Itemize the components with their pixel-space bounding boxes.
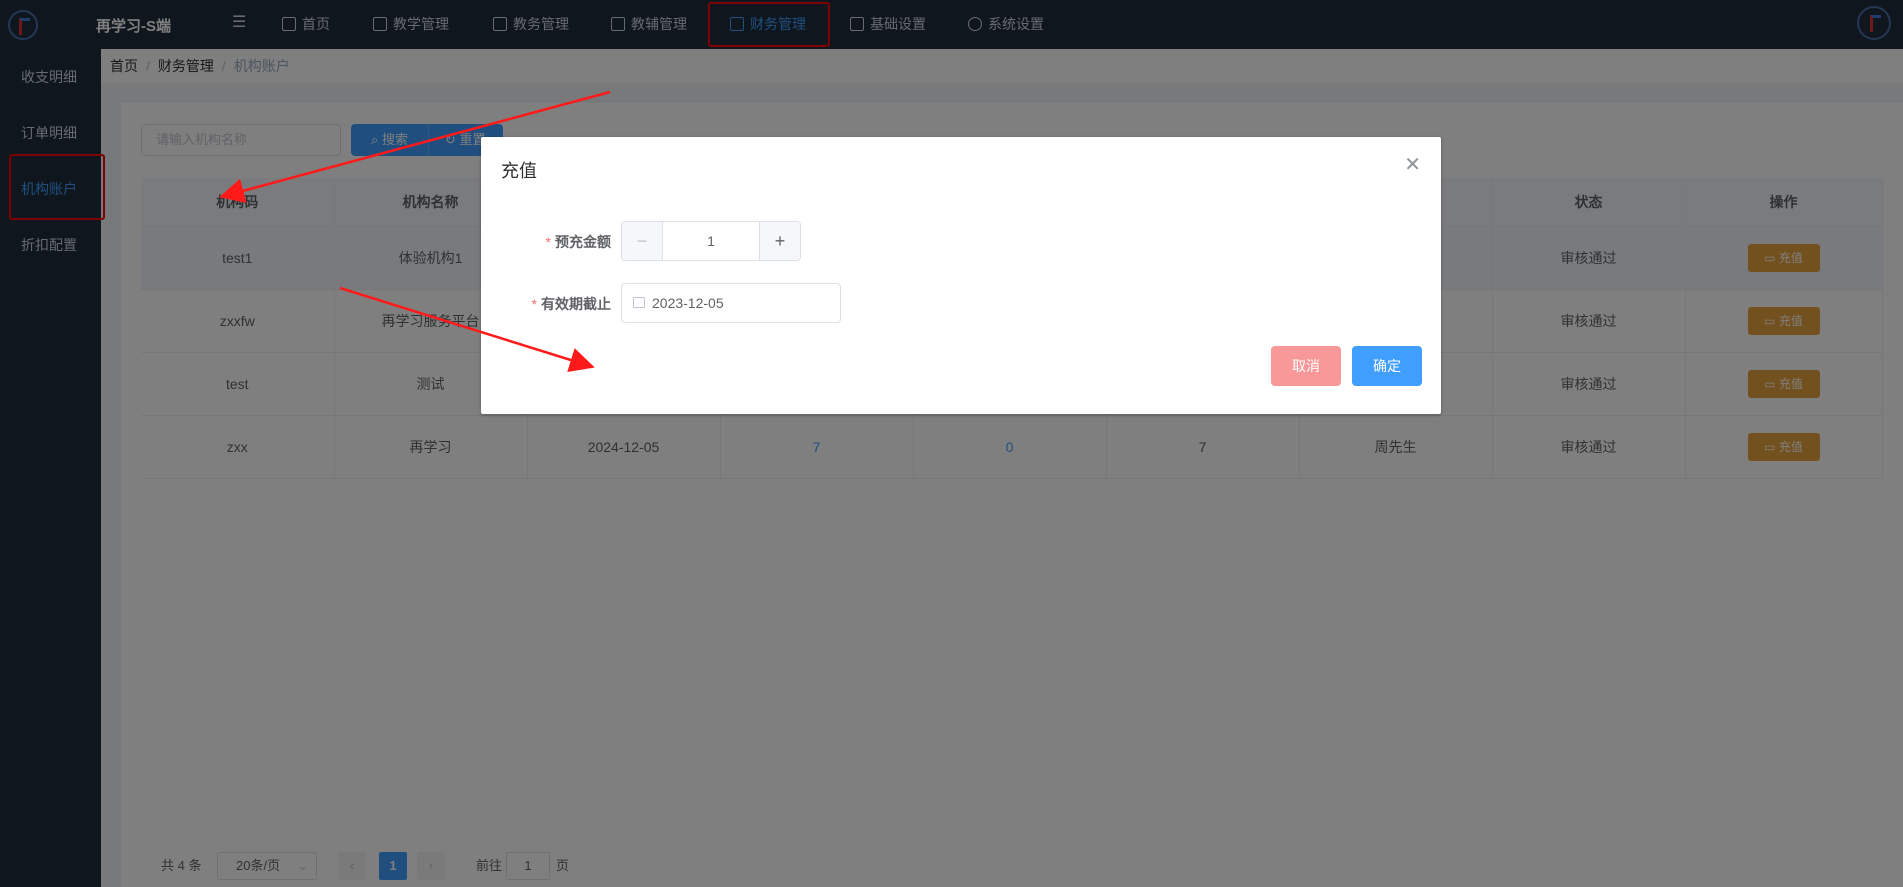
- modal-overlay[interactable]: [0, 0, 1903, 887]
- cancel-button[interactable]: 取消: [1271, 346, 1341, 386]
- calendar-icon: [633, 297, 645, 308]
- close-icon[interactable]: ✕: [1404, 155, 1421, 175]
- recharge-dialog: 充值 ✕ * 预充金额 − 1 + * 有效期截止 2023-12-05 取消 确定: [481, 137, 1441, 414]
- expire-date-value: 2023-12-05: [652, 295, 724, 311]
- minus-icon[interactable]: −: [622, 222, 663, 260]
- expire-date-picker[interactable]: 2023-12-05: [621, 283, 841, 323]
- plus-icon[interactable]: +: [759, 222, 800, 260]
- amount-input[interactable]: 1: [663, 222, 759, 260]
- confirm-button[interactable]: 确定: [1352, 346, 1422, 386]
- dialog-title: 充值: [501, 161, 537, 181]
- amount-label: * 预充金额: [545, 234, 611, 250]
- expire-label: * 有效期截止: [531, 296, 611, 312]
- amount-stepper[interactable]: − 1 +: [621, 221, 801, 261]
